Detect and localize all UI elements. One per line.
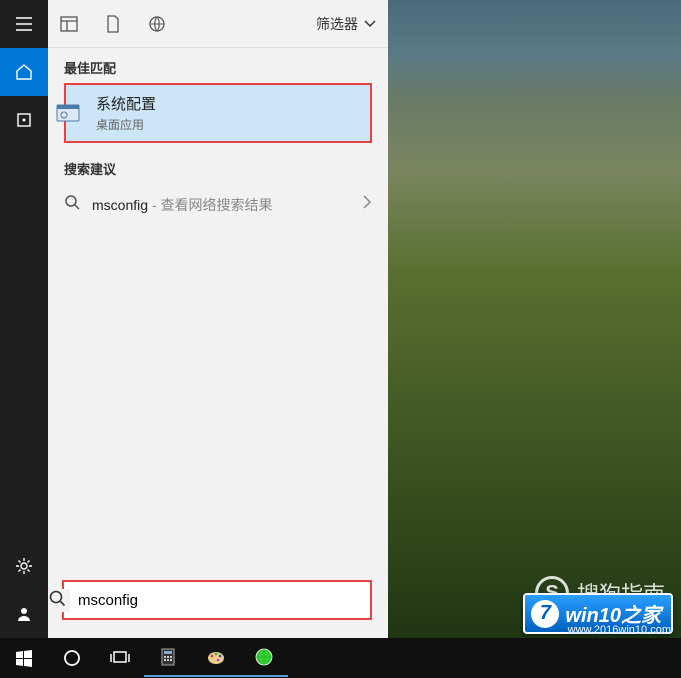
taskbar-app-paint[interactable]: [192, 639, 240, 677]
task-view-icon: [110, 650, 130, 666]
recent-icon: [16, 112, 32, 128]
suggestion-hint: - 查看网络搜索结果: [148, 197, 272, 213]
cortana-button[interactable]: [48, 638, 96, 678]
calculator-icon: [159, 648, 177, 666]
chevron-down-icon: [364, 20, 376, 28]
home-button[interactable]: [0, 48, 48, 96]
taskbar-app-browser[interactable]: [240, 639, 288, 677]
cortana-icon: [63, 649, 81, 667]
hamburger-menu-button[interactable]: [0, 0, 48, 48]
user-icon: [15, 605, 33, 623]
home-icon: [15, 63, 33, 81]
search-panel: 筛选器 最佳匹配 系统配置 桌面应用 搜索建议 msconfig - 查看网络搜…: [48, 0, 388, 638]
suggestion-text: msconfig - 查看网络搜索结果: [92, 195, 350, 215]
filter-label: 筛选器: [316, 14, 358, 34]
windows-logo-icon: [15, 649, 33, 667]
taskbar-app-calculator[interactable]: [144, 639, 192, 677]
web-suggestion-item[interactable]: msconfig - 查看网络搜索结果: [48, 184, 388, 225]
globe-icon: [148, 15, 166, 33]
search-input[interactable]: [78, 592, 362, 609]
best-match-subtitle: 桌面应用: [96, 116, 156, 133]
search-box[interactable]: [62, 580, 372, 620]
taskbar: [0, 638, 681, 678]
browser-icon: [255, 648, 273, 666]
task-view-button[interactable]: [96, 638, 144, 678]
apps-scope-icon: [60, 16, 78, 32]
palette-icon: [206, 648, 226, 666]
user-button[interactable]: [0, 590, 48, 638]
start-button[interactable]: [0, 638, 48, 678]
suggestion-term: msconfig: [92, 197, 148, 213]
hamburger-icon: [15, 15, 33, 33]
best-match-title: 系统配置: [96, 93, 156, 114]
filter-dropdown[interactable]: 筛选器: [316, 14, 376, 34]
chevron-right-icon: [362, 195, 372, 214]
recent-button[interactable]: [0, 96, 48, 144]
web-scope-button[interactable]: [148, 15, 166, 33]
search-panel-header: 筛选器: [48, 0, 388, 48]
documents-scope-button[interactable]: [106, 15, 120, 33]
apps-scope-button[interactable]: [60, 16, 78, 32]
gear-icon: [15, 557, 33, 575]
document-icon: [106, 15, 120, 33]
best-match-result[interactable]: 系统配置 桌面应用: [64, 83, 372, 143]
search-icon: [64, 194, 80, 215]
settings-button[interactable]: [0, 542, 48, 590]
start-left-rail: [0, 0, 48, 638]
suggestions-label: 搜索建议: [48, 149, 388, 184]
msconfig-app-icon: [52, 97, 84, 129]
best-match-label: 最佳匹配: [48, 48, 388, 83]
